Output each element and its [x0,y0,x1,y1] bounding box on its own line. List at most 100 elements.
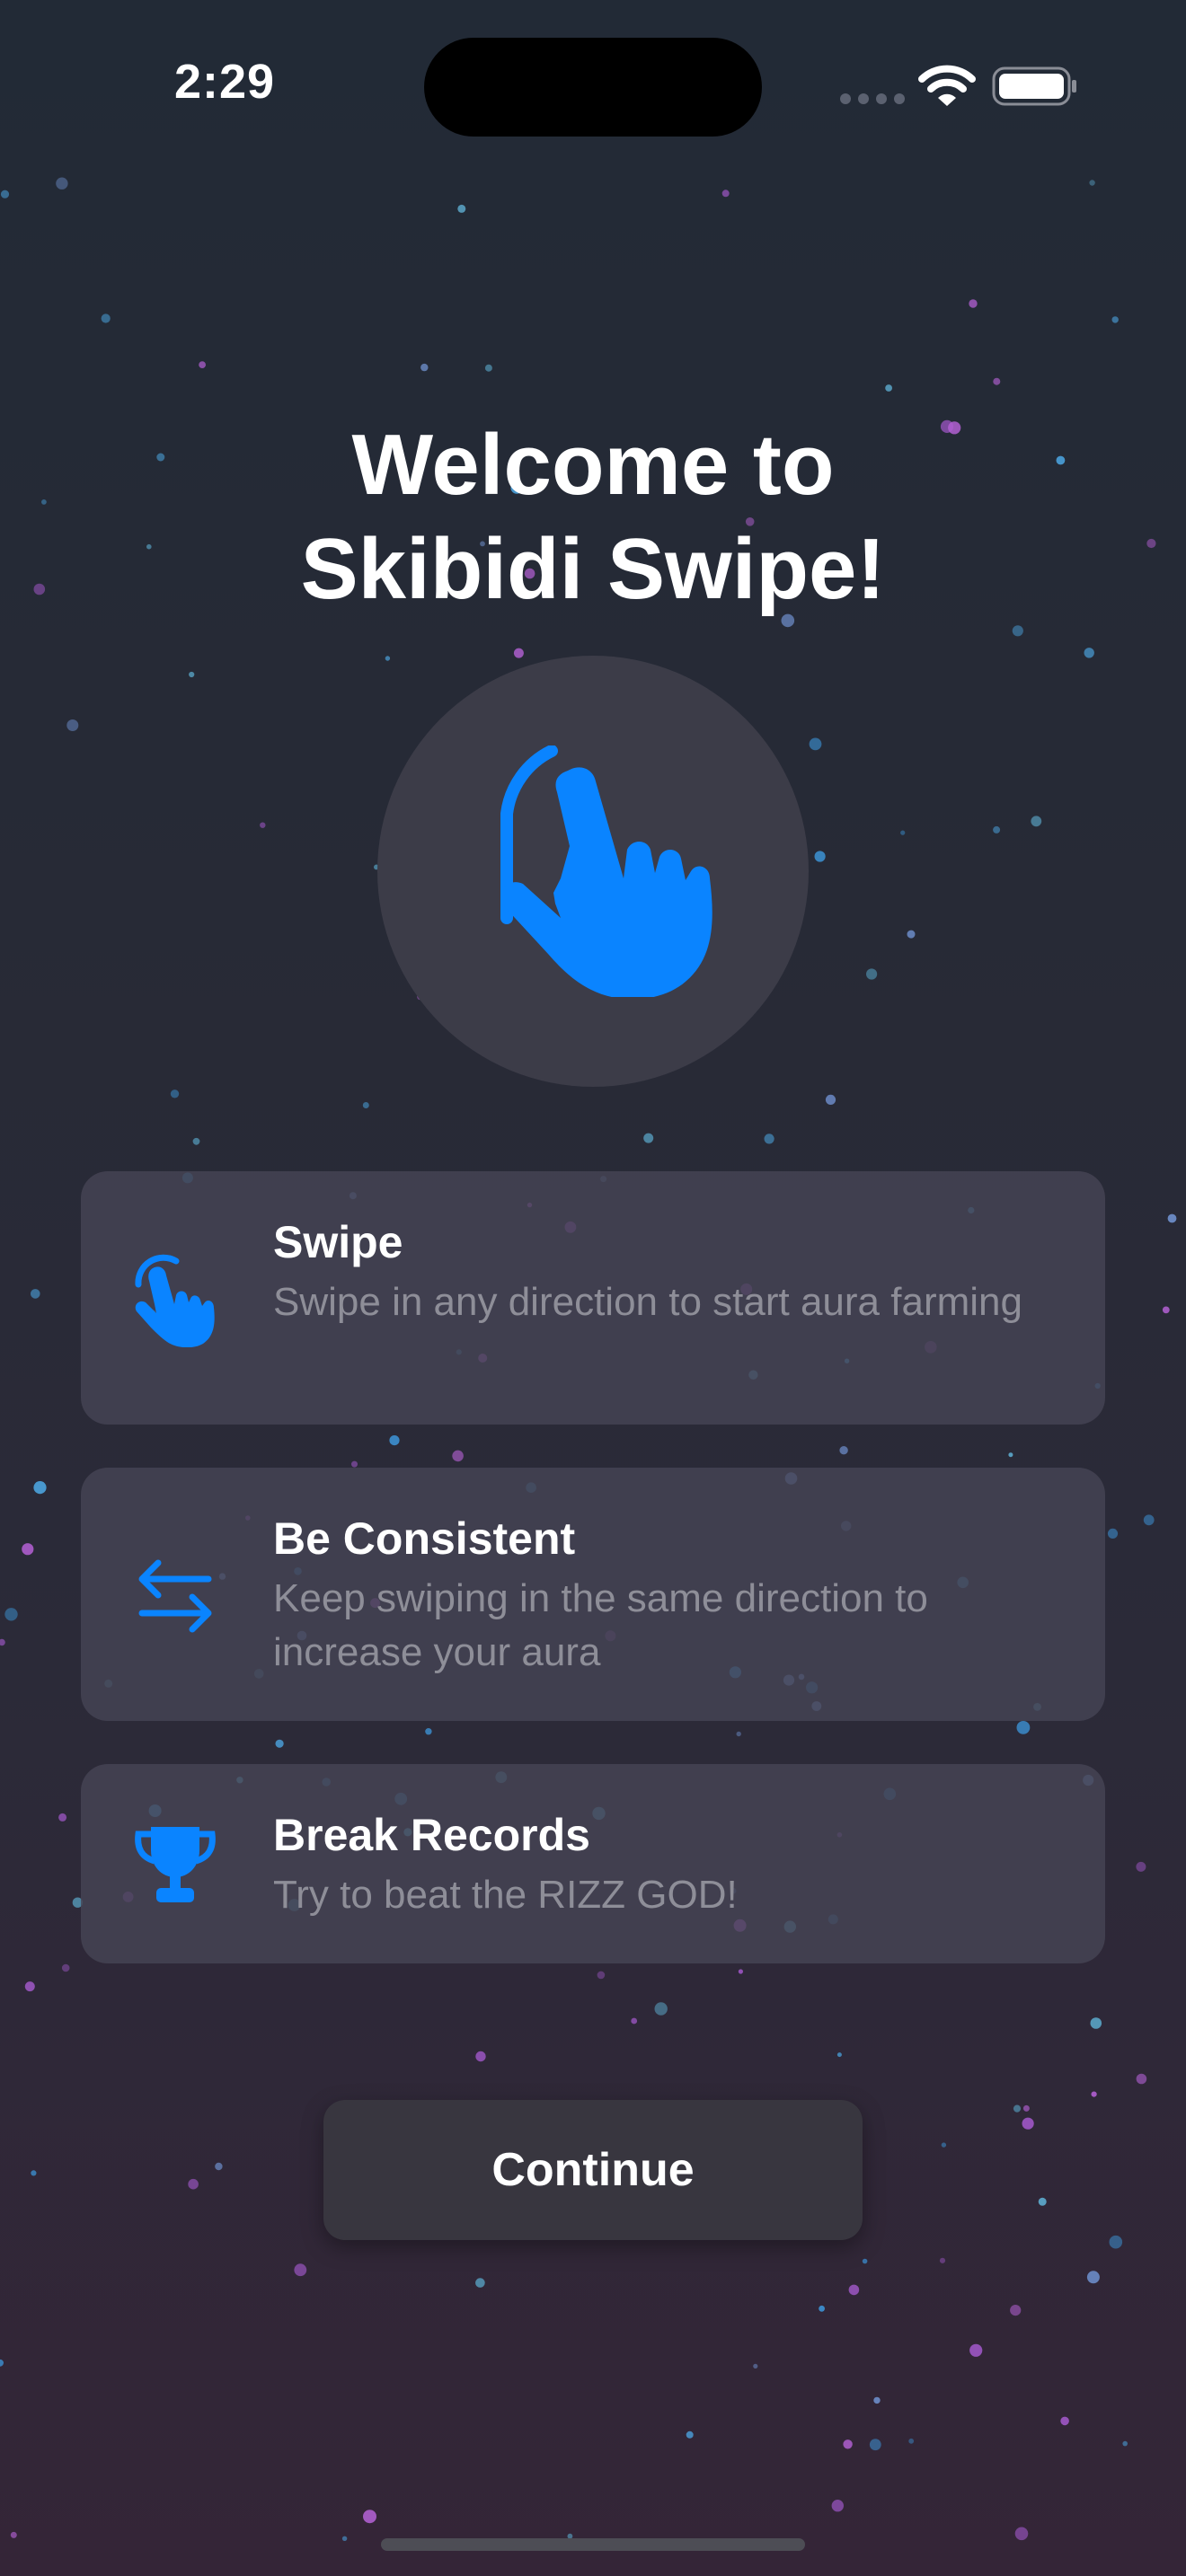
feature-title-break-records: Break Records [273,1810,590,1860]
star-dot [1010,2305,1022,2316]
star-dot [873,2396,881,2404]
star-dot [654,2002,668,2016]
star-dot [199,361,207,368]
star-dot [1016,1721,1031,1734]
star-dot [10,2531,17,2538]
star-dot [736,1731,741,1737]
star-dot [597,1971,606,1980]
star-dot [866,968,878,980]
star-dot [1084,648,1094,658]
star-dot [1162,1306,1170,1314]
feature-description-be-consistent: Keep swiping in the same direction to in… [273,1576,928,1674]
star-dot [362,1102,369,1108]
star-dot [1022,2117,1034,2130]
star-dot [969,299,978,308]
star-dot [885,384,892,392]
star-dot [457,204,466,213]
star-dot [1143,1514,1155,1526]
star-dot [425,1728,432,1735]
star-dot [215,2162,223,2171]
star-dot [643,1133,654,1143]
star-dot [0,2359,4,2367]
star-dot [452,1450,464,1462]
star-dot [993,825,1001,834]
star-dot [1008,1452,1013,1458]
status-bar: 2:29 [0,0,1186,180]
star-dot [836,2052,842,2058]
star-dot [31,2170,37,2176]
star-dot [814,851,826,862]
star-dot [1111,316,1119,323]
star-dot [66,719,79,731]
feature-card-be-consistent: Be Consistent Keep swiping in the same d… [81,1468,1105,1721]
star-dot [843,2439,853,2449]
star-dot [1038,2197,1047,2206]
welcome-title-line1: Welcome to [351,417,835,513]
star-dot [941,2142,947,2148]
star-dot [58,1813,67,1822]
star-dot [0,1638,5,1646]
star-dot [484,364,492,372]
star-dot [363,2510,376,2524]
feature-description-swipe: Swipe in any direction to start aura far… [273,1280,1022,1324]
star-dot [33,1481,47,1495]
star-dot [721,190,730,198]
star-dot [4,1608,18,1621]
star-dot [475,2278,485,2288]
star-dot [1060,2416,1069,2426]
star-dot [764,1134,774,1144]
arrows-left-right-icon [138,1559,212,1633]
continue-button[interactable]: Continue [323,2100,863,2240]
cellular-signal-icon [840,93,905,104]
star-dot [631,2017,638,2025]
star-dot [101,313,111,323]
star-dot [389,1435,400,1446]
star-dot [1086,2271,1100,2284]
feature-description-break-records: Try to beat the RIZZ GOD! [273,1873,738,1917]
star-dot [1090,2017,1102,2029]
star-dot [839,1446,848,1455]
star-dot [1136,1861,1146,1872]
star-dot [351,1460,358,1468]
star-dot [908,2438,915,2444]
star-dot [862,2258,868,2264]
star-dot [513,648,524,658]
star-dot [1107,1528,1119,1539]
star-dot [385,656,391,661]
wifi-icon [918,65,976,106]
star-dot [900,830,906,835]
star-dot [275,1739,284,1748]
star-dot [170,1090,180,1098]
star-dot [969,2343,983,2357]
star-dot [1109,2235,1123,2249]
star-dot [189,671,195,678]
star-dot [294,2263,307,2277]
star-dot [939,2257,946,2263]
trophy-icon [135,1827,216,1902]
status-time: 2:29 [173,55,276,109]
star-dot [1022,2104,1030,2112]
star-dot [907,930,916,939]
star-dot [1014,2527,1029,2541]
home-indicator[interactable] [381,2538,805,2551]
dynamic-island [424,38,762,137]
star-dot [61,1963,70,1972]
star-dot [1167,1213,1177,1223]
star-dot [809,737,822,751]
star-dot [1136,2073,1147,2085]
star-dot [420,363,429,372]
star-dot [260,822,266,828]
star-dot [848,2284,860,2296]
star-dot [475,2051,486,2062]
star-dot [1122,2440,1128,2447]
welcome-title-line2: Skibidi Swipe! [300,521,886,617]
feature-card-break-records: Break Records Try to beat the RIZZ GOD! [81,1764,1105,1963]
star-dot [24,1981,35,1992]
star-dot [1089,180,1095,186]
star-dot [686,2430,694,2439]
star-dot [1012,625,1023,637]
star-dot [993,377,1001,385]
welcome-title: Welcome to Skibidi Swipe! [0,413,1186,622]
star-dot [188,2178,199,2190]
star-dot [192,1137,200,1145]
